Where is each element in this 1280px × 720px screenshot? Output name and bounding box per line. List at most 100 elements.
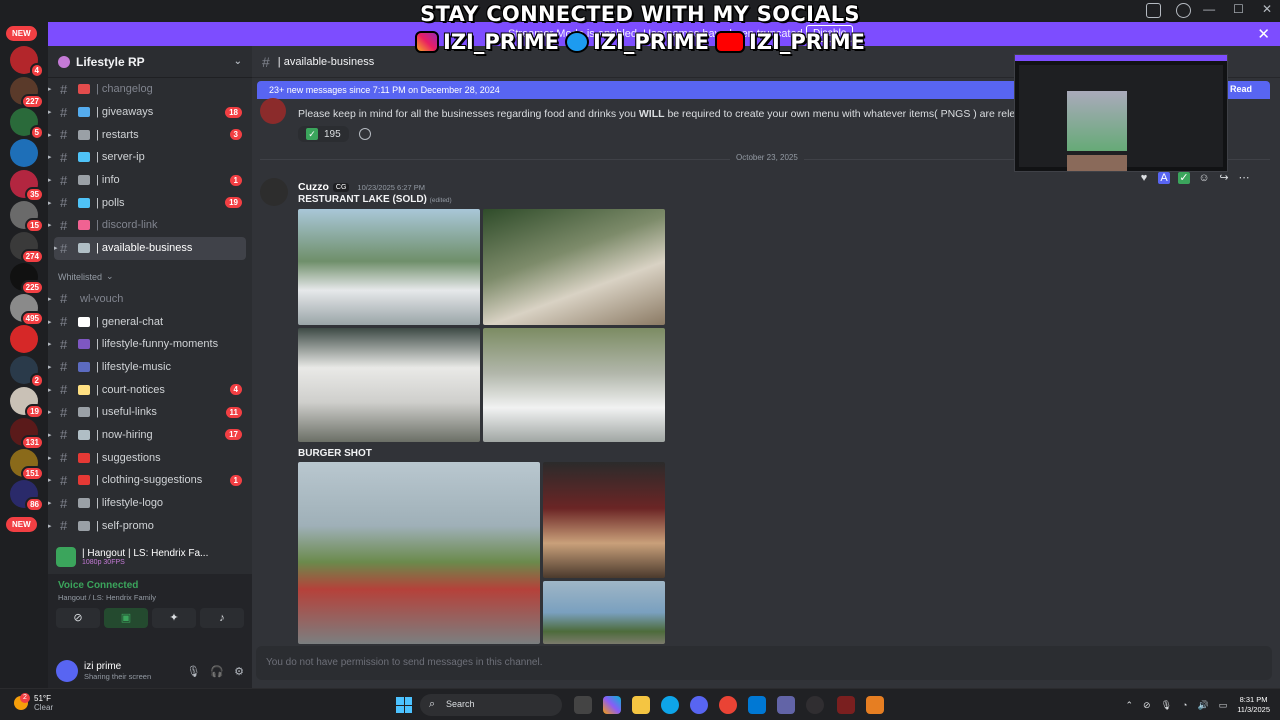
author-name[interactable]: Cuzzo <box>298 181 329 193</box>
copilot-icon[interactable] <box>603 696 621 714</box>
sidebar-item-channel[interactable]: ▸ # wl-vouch <box>48 288 252 311</box>
server-icon[interactable]: 35 <box>10 170 44 202</box>
channel-label: | now-hiring <box>96 428 153 441</box>
windows-start-icon[interactable] <box>396 697 412 713</box>
store-icon[interactable] <box>748 696 766 714</box>
restaurant-image-1[interactable] <box>298 209 480 325</box>
volume-icon[interactable]: 🔊 <box>1197 700 1208 711</box>
sidebar-item-channel[interactable]: ▸ # | lifestyle-logo <box>48 492 252 515</box>
chrome-icon[interactable] <box>719 696 737 714</box>
banner-close-icon[interactable]: ✕ <box>1257 25 1270 43</box>
burgershot-image-3[interactable] <box>543 581 665 644</box>
server-icon[interactable]: 15 <box>10 201 44 233</box>
avatar[interactable] <box>260 178 288 206</box>
app-icon[interactable] <box>866 696 884 714</box>
burgershot-image-2[interactable] <box>543 462 665 578</box>
add-reaction-icon[interactable]: ☺ <box>1198 172 1210 184</box>
server-icon[interactable]: 225 <box>10 263 44 295</box>
server-icon[interactable] <box>10 325 38 353</box>
soundboard-icon[interactable]: ♪ <box>200 608 244 628</box>
server-icon[interactable] <box>10 139 38 167</box>
server-icon[interactable]: 274 <box>10 232 44 264</box>
task-view-icon[interactable] <box>574 696 592 714</box>
minimize-icon[interactable]: — <box>1203 2 1215 16</box>
server-icon[interactable]: 131 <box>10 418 44 450</box>
sidebar-item-channel[interactable]: ▸ # | court-notices 4 <box>48 378 252 401</box>
inbox-icon[interactable] <box>1146 3 1161 18</box>
server-icon[interactable]: 227 <box>10 77 44 109</box>
sidebar-item-channel[interactable]: ▸ # | changelog <box>48 78 252 101</box>
microphone-icon[interactable]: 🎙 <box>1161 700 1172 711</box>
microphone-icon[interactable]: 🎙 <box>186 665 200 678</box>
sidebar-item-channel[interactable]: ▸ # | discord-link <box>48 214 252 237</box>
screen-share-icon[interactable]: ▣ <box>104 608 148 628</box>
help-icon[interactable] <box>1176 3 1191 18</box>
channel-category[interactable]: Whitelisted ⌄ <box>48 266 252 288</box>
reply-icon[interactable]: ↪ <box>1218 172 1230 184</box>
sidebar-item-channel[interactable]: ▸ # | general-chat <box>48 310 252 333</box>
sidebar-item-channel[interactable]: ▸ # | suggestions <box>48 446 252 469</box>
server-header[interactable]: Lifestyle RP ⌄ <box>48 46 252 78</box>
maximize-icon[interactable]: ☐ <box>1233 2 1244 16</box>
avatar[interactable] <box>260 98 286 124</box>
server-badge: 495 <box>20 311 44 326</box>
headphones-icon[interactable]: 🎧 <box>210 665 224 678</box>
disable-streamer-mode-button[interactable]: Disable <box>806 25 854 42</box>
sidebar-item-channel[interactable]: ▸ # | now-hiring 17 <box>48 424 252 447</box>
sidebar-item-channel[interactable]: ▸ # | info 1 <box>48 169 252 192</box>
sidebar-item-channel[interactable]: ▸ # | restarts 3 <box>48 123 252 146</box>
weather-widget[interactable]: 2 51°F Clear <box>14 693 53 712</box>
obs-icon[interactable] <box>806 696 824 714</box>
taskbar-search[interactable]: ⌕ Search <box>420 694 562 716</box>
stream-preview[interactable]: | Hangout | LS: Hendrix Fa... 1080p 30FP… <box>48 540 252 574</box>
server-icon[interactable]: 495 <box>10 294 44 326</box>
activities-icon[interactable]: ✦ <box>152 608 196 628</box>
heart-icon[interactable]: ♥ <box>1138 172 1150 184</box>
letter-a-icon[interactable]: A <box>1158 172 1170 184</box>
battery-icon[interactable]: ▭ <box>1219 700 1228 711</box>
sidebar-item-channel[interactable]: ▸ # | giveaways 18 <box>48 101 252 124</box>
edge-icon[interactable] <box>661 696 679 714</box>
terminal-icon[interactable] <box>837 696 855 714</box>
more-icon[interactable]: ⋯ <box>1238 172 1250 184</box>
sidebar-item-channel[interactable]: ▸ # | available-business <box>54 236 246 260</box>
server-icon[interactable]: 151 <box>10 449 44 481</box>
new-pill-bottom[interactable]: NEW <box>6 517 37 532</box>
sidebar-item-channel[interactable]: ▸ # | server-ip <box>48 146 252 169</box>
server-icon[interactable]: 86 <box>10 480 44 512</box>
clock[interactable]: 8:31 PM 11/3/2025 <box>1237 695 1270 715</box>
server-icon[interactable]: 4 <box>10 46 44 78</box>
close-window-icon[interactable]: ✕ <box>1262 2 1272 16</box>
server-icon[interactable]: 2 <box>10 356 44 388</box>
server-icon[interactable]: 19 <box>10 387 44 419</box>
gear-icon[interactable]: ⚙ <box>234 665 244 678</box>
teams-icon[interactable] <box>777 696 795 714</box>
network-off-icon[interactable]: ⊘ <box>1143 700 1151 711</box>
burgershot-image-1[interactable] <box>298 462 540 644</box>
restaurant-image-4[interactable] <box>483 328 665 442</box>
discord-icon[interactable] <box>690 696 708 714</box>
sidebar-item-channel[interactable]: ▸ # | clothing-suggestions 1 <box>48 469 252 492</box>
camera-off-icon[interactable]: ⊘ <box>56 608 100 628</box>
file-explorer-icon[interactable] <box>632 696 650 714</box>
sidebar-item-channel[interactable]: ▸ # | lifestyle-music <box>48 356 252 379</box>
server-icon[interactable]: 5 <box>10 108 44 140</box>
reaction-check[interactable]: ✓ 195 <box>298 126 349 142</box>
sidebar-item-channel[interactable]: ▸ # | useful-links 11 <box>48 401 252 424</box>
chevron-up-icon[interactable]: ⌃ <box>1125 700 1133 711</box>
avatar[interactable] <box>56 660 78 682</box>
voice-location[interactable]: Hangout / LS: Hendrix Family <box>58 593 242 602</box>
voice-status[interactable]: Voice Connected <box>58 580 242 591</box>
restaurant-image-3[interactable] <box>298 328 480 442</box>
wifi-icon[interactable]: ◔ <box>1182 700 1187 710</box>
sidebar-item-channel[interactable]: ▸ # | self-promo <box>48 514 252 537</box>
restaurant-image-2[interactable] <box>483 209 665 325</box>
screen: — ☐ ✕ Streamer Mode is enabled. Username… <box>0 0 1280 720</box>
sidebar-item-channel[interactable]: ▸ # | polls 19 <box>48 191 252 214</box>
check-icon[interactable]: ✓ <box>1178 172 1190 184</box>
channel-label: | restarts <box>96 128 139 141</box>
screen-share-preview[interactable] <box>1014 54 1228 172</box>
sidebar-item-channel[interactable]: ▸ # | lifestyle-funny-moments <box>48 333 252 356</box>
add-reaction-icon[interactable] <box>358 128 371 140</box>
new-pill-top[interactable]: NEW <box>6 26 37 41</box>
